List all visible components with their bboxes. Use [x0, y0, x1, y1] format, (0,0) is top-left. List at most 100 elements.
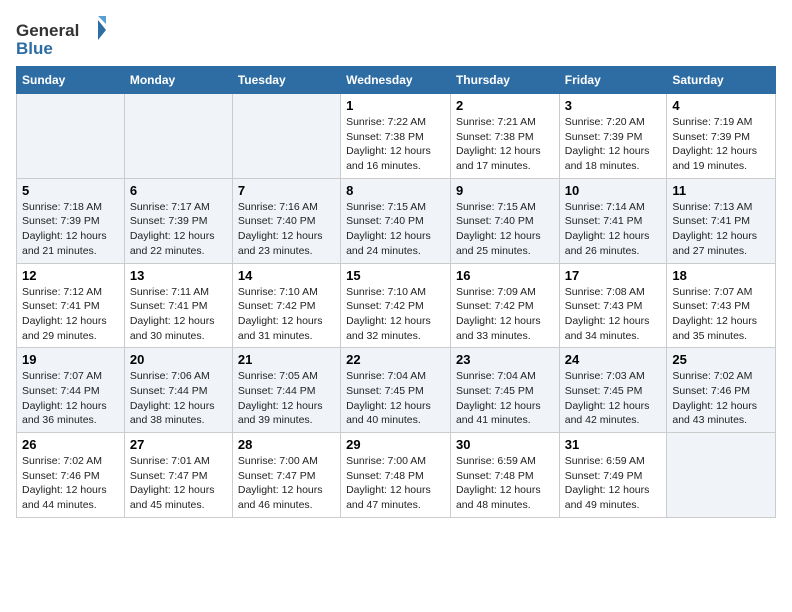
day-number: 6 [130, 183, 227, 198]
calendar-cell: 28Sunrise: 7:00 AM Sunset: 7:47 PM Dayli… [232, 433, 340, 518]
calendar-body: 1 Sunrise: 7:22 AM Sunset: 7:38 PM Daylig… [17, 94, 776, 518]
calendar-cell: 17 Sunrise: 7:08 AM Sunset: 7:43 PM Dayli… [559, 263, 667, 348]
header-day-thursday: Thursday [450, 67, 559, 94]
calendar-cell: 9 Sunrise: 7:15 AM Sunset: 7:40 PM Daylig… [450, 178, 559, 263]
day-info: Sunrise: 7:03 AM Sunset: 7:45 PM Dayligh… [565, 369, 662, 428]
header-day-saturday: Saturday [667, 67, 776, 94]
calendar-cell: 3Sunrise: 7:20 AM Sunset: 7:39 PM Daylig… [559, 94, 667, 179]
calendar-cell: 29 Sunrise: 7:00 AM Sunset: 7:48 PM Dayli… [341, 433, 451, 518]
day-number: 19 [22, 352, 119, 367]
day-info: Sunrise: 7:10 AM Sunset: 7:42 PM Dayligh… [238, 285, 335, 344]
day-number: 1 [346, 98, 445, 113]
calendar-cell: 5 Sunrise: 7:18 AM Sunset: 7:39 PM Daylig… [17, 178, 125, 263]
day-info: Sunrise: 7:14 AM Sunset: 7:41 PM Dayligh… [565, 200, 662, 259]
calendar-cell: 13 Sunrise: 7:11 AM Sunset: 7:41 PM Dayli… [124, 263, 232, 348]
day-number: 25 [672, 352, 770, 367]
calendar-cell [232, 94, 340, 179]
header-day-tuesday: Tuesday [232, 67, 340, 94]
calendar-cell: 19 Sunrise: 7:07 AM Sunset: 7:44 PM Dayli… [17, 348, 125, 433]
day-info: Sunrise: 7:02 AM Sunset: 7:46 PM Dayligh… [672, 369, 770, 428]
day-info: Sunrise: 7:18 AM Sunset: 7:39 PM Dayligh… [22, 200, 119, 259]
day-info: Sunrise: 7:00 AM Sunset: 7:47 PM Dayligh… [238, 454, 335, 513]
header-day-friday: Friday [559, 67, 667, 94]
svg-text:General: General [16, 21, 79, 40]
day-number: 20 [130, 352, 227, 367]
day-number: 13 [130, 268, 227, 283]
calendar-cell: 31 Sunrise: 6:59 AM Sunset: 7:49 PM Dayli… [559, 433, 667, 518]
calendar-week-row: 5 Sunrise: 7:18 AM Sunset: 7:39 PM Daylig… [17, 178, 776, 263]
day-number: 18 [672, 268, 770, 283]
day-info: Sunrise: 7:15 AM Sunset: 7:40 PM Dayligh… [456, 200, 554, 259]
calendar-cell: 16Sunrise: 7:09 AM Sunset: 7:42 PM Dayli… [450, 263, 559, 348]
day-number: 3 [565, 98, 662, 113]
day-number: 24 [565, 352, 662, 367]
logo: General Blue [16, 16, 106, 58]
calendar-cell [17, 94, 125, 179]
day-info: Sunrise: 7:02 AM Sunset: 7:46 PM Dayligh… [22, 454, 119, 513]
day-number: 7 [238, 183, 335, 198]
day-number: 22 [346, 352, 445, 367]
logo-svg: General Blue [16, 16, 106, 58]
calendar-week-row: 12Sunrise: 7:12 AM Sunset: 7:41 PM Dayli… [17, 263, 776, 348]
calendar-table: SundayMondayTuesdayWednesdayThursdayFrid… [16, 66, 776, 518]
day-info: Sunrise: 7:13 AM Sunset: 7:41 PM Dayligh… [672, 200, 770, 259]
day-number: 9 [456, 183, 554, 198]
day-info: Sunrise: 7:17 AM Sunset: 7:39 PM Dayligh… [130, 200, 227, 259]
svg-text:Blue: Blue [16, 39, 53, 58]
day-number: 14 [238, 268, 335, 283]
day-number: 31 [565, 437, 662, 452]
day-number: 10 [565, 183, 662, 198]
day-info: Sunrise: 6:59 AM Sunset: 7:49 PM Dayligh… [565, 454, 662, 513]
day-number: 16 [456, 268, 554, 283]
day-number: 11 [672, 183, 770, 198]
day-number: 30 [456, 437, 554, 452]
calendar-cell: 12Sunrise: 7:12 AM Sunset: 7:41 PM Dayli… [17, 263, 125, 348]
day-info: Sunrise: 7:04 AM Sunset: 7:45 PM Dayligh… [456, 369, 554, 428]
calendar-cell: 11 Sunrise: 7:13 AM Sunset: 7:41 PM Dayli… [667, 178, 776, 263]
calendar-cell: 1 Sunrise: 7:22 AM Sunset: 7:38 PM Daylig… [341, 94, 451, 179]
day-info: Sunrise: 7:00 AM Sunset: 7:48 PM Dayligh… [346, 454, 445, 513]
header-day-monday: Monday [124, 67, 232, 94]
day-info: Sunrise: 7:21 AM Sunset: 7:38 PM Dayligh… [456, 115, 554, 174]
day-info: Sunrise: 7:12 AM Sunset: 7:41 PM Dayligh… [22, 285, 119, 344]
calendar-cell: 4 Sunrise: 7:19 AM Sunset: 7:39 PM Daylig… [667, 94, 776, 179]
day-info: Sunrise: 7:11 AM Sunset: 7:41 PM Dayligh… [130, 285, 227, 344]
day-number: 29 [346, 437, 445, 452]
day-info: Sunrise: 7:16 AM Sunset: 7:40 PM Dayligh… [238, 200, 335, 259]
calendar-cell: 2Sunrise: 7:21 AM Sunset: 7:38 PM Daylig… [450, 94, 559, 179]
day-number: 27 [130, 437, 227, 452]
day-info: Sunrise: 7:01 AM Sunset: 7:47 PM Dayligh… [130, 454, 227, 513]
calendar-cell: 26 Sunrise: 7:02 AM Sunset: 7:46 PM Dayli… [17, 433, 125, 518]
calendar-cell: 20 Sunrise: 7:06 AM Sunset: 7:44 PM Dayli… [124, 348, 232, 433]
calendar-cell: 21Sunrise: 7:05 AM Sunset: 7:44 PM Dayli… [232, 348, 340, 433]
day-number: 17 [565, 268, 662, 283]
day-info: Sunrise: 7:06 AM Sunset: 7:44 PM Dayligh… [130, 369, 227, 428]
day-number: 4 [672, 98, 770, 113]
calendar-week-row: 19 Sunrise: 7:07 AM Sunset: 7:44 PM Dayli… [17, 348, 776, 433]
day-number: 26 [22, 437, 119, 452]
header-day-sunday: Sunday [17, 67, 125, 94]
calendar-week-row: 1 Sunrise: 7:22 AM Sunset: 7:38 PM Daylig… [17, 94, 776, 179]
day-info: Sunrise: 7:08 AM Sunset: 7:43 PM Dayligh… [565, 285, 662, 344]
day-info: Sunrise: 7:07 AM Sunset: 7:44 PM Dayligh… [22, 369, 119, 428]
day-info: Sunrise: 7:10 AM Sunset: 7:42 PM Dayligh… [346, 285, 445, 344]
header-day-wednesday: Wednesday [341, 67, 451, 94]
day-info: Sunrise: 6:59 AM Sunset: 7:48 PM Dayligh… [456, 454, 554, 513]
calendar-cell: 23 Sunrise: 7:04 AM Sunset: 7:45 PM Dayli… [450, 348, 559, 433]
day-number: 21 [238, 352, 335, 367]
calendar-cell: 27 Sunrise: 7:01 AM Sunset: 7:47 PM Dayli… [124, 433, 232, 518]
day-info: Sunrise: 7:19 AM Sunset: 7:39 PM Dayligh… [672, 115, 770, 174]
calendar-cell [124, 94, 232, 179]
calendar-cell: 18Sunrise: 7:07 AM Sunset: 7:43 PM Dayli… [667, 263, 776, 348]
calendar-cell: 30 Sunrise: 6:59 AM Sunset: 7:48 PM Dayli… [450, 433, 559, 518]
day-number: 23 [456, 352, 554, 367]
page-header: General Blue [16, 16, 776, 58]
calendar-cell: 25 Sunrise: 7:02 AM Sunset: 7:46 PM Dayli… [667, 348, 776, 433]
day-number: 8 [346, 183, 445, 198]
calendar-cell: 7 Sunrise: 7:16 AM Sunset: 7:40 PM Daylig… [232, 178, 340, 263]
calendar-week-row: 26 Sunrise: 7:02 AM Sunset: 7:46 PM Dayli… [17, 433, 776, 518]
day-number: 5 [22, 183, 119, 198]
day-info: Sunrise: 7:22 AM Sunset: 7:38 PM Dayligh… [346, 115, 445, 174]
calendar-cell: 8Sunrise: 7:15 AM Sunset: 7:40 PM Daylig… [341, 178, 451, 263]
calendar-cell: 22Sunrise: 7:04 AM Sunset: 7:45 PM Dayli… [341, 348, 451, 433]
